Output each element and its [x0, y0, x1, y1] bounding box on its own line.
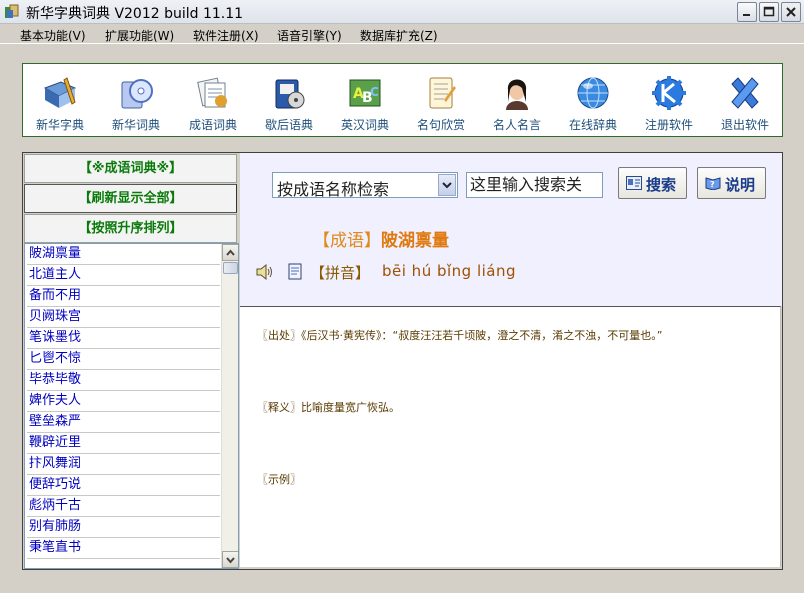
example-text: 〖示例〗	[257, 473, 301, 486]
tool-famous-quotes[interactable]: 名人名言	[484, 70, 550, 134]
notebook-icon	[429, 77, 456, 109]
left-panel: 【※成语词典※】 【刷新显示全部】 【按照升序排列】 陂湖禀量 北道主人 备而不…	[22, 152, 239, 570]
toolbar: 新华字典 新华词典 成语词典 歇后语典 A B C 英汉词典 名句欣赏 名人名言…	[22, 63, 783, 137]
entry-heading: 【成语】陂湖禀量	[313, 226, 449, 251]
app-icon	[5, 4, 19, 18]
source-text: 〖出处〗《后汉书·黄宪传》：“叔度汪汪若千顷陂，澄之不清，淆之不浊，不可量也。”	[257, 329, 663, 342]
papers-icon	[197, 77, 227, 108]
help-button-label: 说明	[725, 176, 756, 194]
tool-label: 退出软件	[720, 118, 769, 132]
tool-xiehouyu[interactable]: 歇后语典	[256, 70, 322, 134]
title-bar: 新华字典词典 V2012 build 11.11	[0, 0, 804, 24]
tool-exit-software[interactable]: 退出软件	[712, 70, 778, 134]
tool-online-dictionary[interactable]: 在线辞典	[560, 70, 626, 134]
menu-register[interactable]: 软件注册(X)	[193, 27, 259, 44]
meaning-text: 〖释义〗比喻度量宽广恢弘。	[257, 401, 400, 414]
svg-text:?: ?	[710, 180, 715, 189]
list-item[interactable]: 笔诛墨伐	[27, 328, 220, 349]
title-dictionary-button[interactable]: 【※成语词典※】	[24, 154, 237, 183]
tool-xinhua-cidian[interactable]: 新华词典	[103, 70, 169, 134]
list-item[interactable]: 婢作夫人	[27, 391, 220, 412]
tool-label: 注册软件	[644, 118, 693, 132]
scroll-down-button[interactable]	[222, 551, 238, 568]
book-pen-icon	[43, 77, 77, 108]
disk-book-icon	[275, 79, 305, 109]
list-item[interactable]: 备而不用	[27, 286, 220, 307]
definition-panel: 〖出处〗《后汉书·黄宪传》：“叔度汪汪若千顷陂，澄之不清，淆之不浊，不可量也。”…	[240, 306, 781, 567]
kde-gear-icon	[652, 76, 686, 110]
help-book-icon: ?	[705, 177, 721, 190]
list-scrollbar[interactable]	[221, 244, 238, 568]
entry-word: 陂湖禀量	[381, 231, 449, 251]
minimize-icon	[743, 14, 750, 16]
search-button-label: 搜索	[646, 176, 677, 194]
list-item[interactable]: 贝阙珠宫	[27, 307, 220, 328]
help-button[interactable]: ? 说明	[697, 167, 766, 199]
tool-label: 歇后语典	[264, 118, 313, 132]
scroll-thumb[interactable]	[223, 262, 238, 274]
list-item[interactable]: 鞭辟近里	[27, 433, 220, 454]
tool-xinhua-zidian[interactable]: 新华字典	[27, 70, 93, 134]
sort-ascending-button[interactable]: 【按照升序排列】	[24, 214, 237, 243]
list-item[interactable]: 壁垒森严	[27, 412, 220, 433]
tool-label: 名句欣赏	[416, 118, 465, 132]
tool-label: 成语词典	[188, 118, 237, 132]
maximize-button[interactable]	[759, 2, 779, 22]
search-mode-value: 按成语名称检索	[277, 180, 390, 199]
maximize-icon	[763, 6, 775, 17]
menu-voice-engine[interactable]: 语音引擎(Y)	[277, 27, 342, 44]
window-title: 新华字典词典 V2012 build 11.11	[26, 6, 244, 22]
menu-extended[interactable]: 扩展功能(W)	[105, 27, 174, 44]
list-item[interactable]: 抃风舞润	[27, 454, 220, 475]
tool-famous-sentences[interactable]: 名句欣赏	[408, 70, 474, 134]
search-mode-select[interactable]: 按成语名称检索	[272, 172, 458, 199]
globe-icon	[577, 77, 609, 109]
chevron-down-icon	[442, 182, 452, 189]
list-item[interactable]: 便辞巧说	[27, 475, 220, 496]
cd-book-icon	[121, 79, 153, 109]
list-item[interactable]: 匕鬯不惊	[27, 349, 220, 370]
search-panel: 按成语名称检索 这里输入搜索关 搜索 ? 说明 【成语】陂湖禀量 【拼音】 bē…	[240, 153, 782, 306]
list-item[interactable]: 毕恭毕敬	[27, 370, 220, 391]
list-item[interactable]: 秉笔直书	[27, 538, 220, 559]
list-item[interactable]: 别有肺肠	[27, 517, 220, 538]
search-button[interactable]: 搜索	[618, 167, 687, 199]
pinyin-value: bēi hú bǐng liáng	[382, 262, 517, 280]
speaker-icon[interactable]	[256, 264, 274, 280]
menu-database[interactable]: 数据库扩充(Z)	[360, 27, 438, 44]
tool-label: 在线辞典	[568, 118, 617, 132]
refresh-all-button[interactable]: 【刷新显示全部】	[24, 184, 237, 213]
tool-register-software[interactable]: 注册软件	[636, 70, 702, 134]
tool-label: 新华字典	[35, 118, 84, 132]
list-item[interactable]: 陂湖禀量	[27, 244, 220, 265]
menu-basic[interactable]: 基本功能(V)	[20, 27, 86, 44]
pinyin-label: 【拼音】	[310, 264, 371, 282]
chevron-up-icon	[226, 249, 235, 256]
tool-chengyu-cidian[interactable]: 成语词典	[180, 70, 246, 134]
tool-label: 英汉词典	[340, 118, 389, 132]
close-button[interactable]	[781, 2, 801, 22]
chevron-down-icon	[226, 557, 235, 564]
document-icon[interactable]	[288, 263, 304, 281]
portrait-icon	[506, 79, 528, 110]
idiom-list[interactable]: 陂湖禀量 北道主人 备而不用 贝阙珠宫 笔诛墨伐 匕鬯不惊 毕恭毕敬 婢作夫人 …	[24, 243, 239, 569]
tool-english-chinese[interactable]: A B C 英汉词典	[332, 70, 398, 134]
svg-text:C: C	[370, 85, 379, 99]
list-item[interactable]: 北道主人	[27, 265, 220, 286]
tool-label: 新华词典	[111, 118, 160, 132]
search-card-icon	[626, 176, 642, 190]
exit-x-icon	[731, 77, 759, 109]
list-item[interactable]: 彪炳千古	[27, 496, 220, 517]
entry-kind-label: 【成语】	[313, 231, 381, 251]
close-icon	[786, 7, 796, 17]
minimize-button[interactable]	[737, 2, 757, 22]
tool-label: 名人名言	[492, 118, 541, 132]
dropdown-arrow[interactable]	[438, 174, 456, 196]
scroll-up-button[interactable]	[222, 244, 238, 261]
abc-icon: A B C	[349, 79, 381, 107]
search-input[interactable]: 这里输入搜索关	[466, 172, 603, 198]
menu-bar: 基本功能(V) 扩展功能(W) 软件注册(X) 语音引擎(Y) 数据库扩充(Z)	[0, 24, 804, 44]
